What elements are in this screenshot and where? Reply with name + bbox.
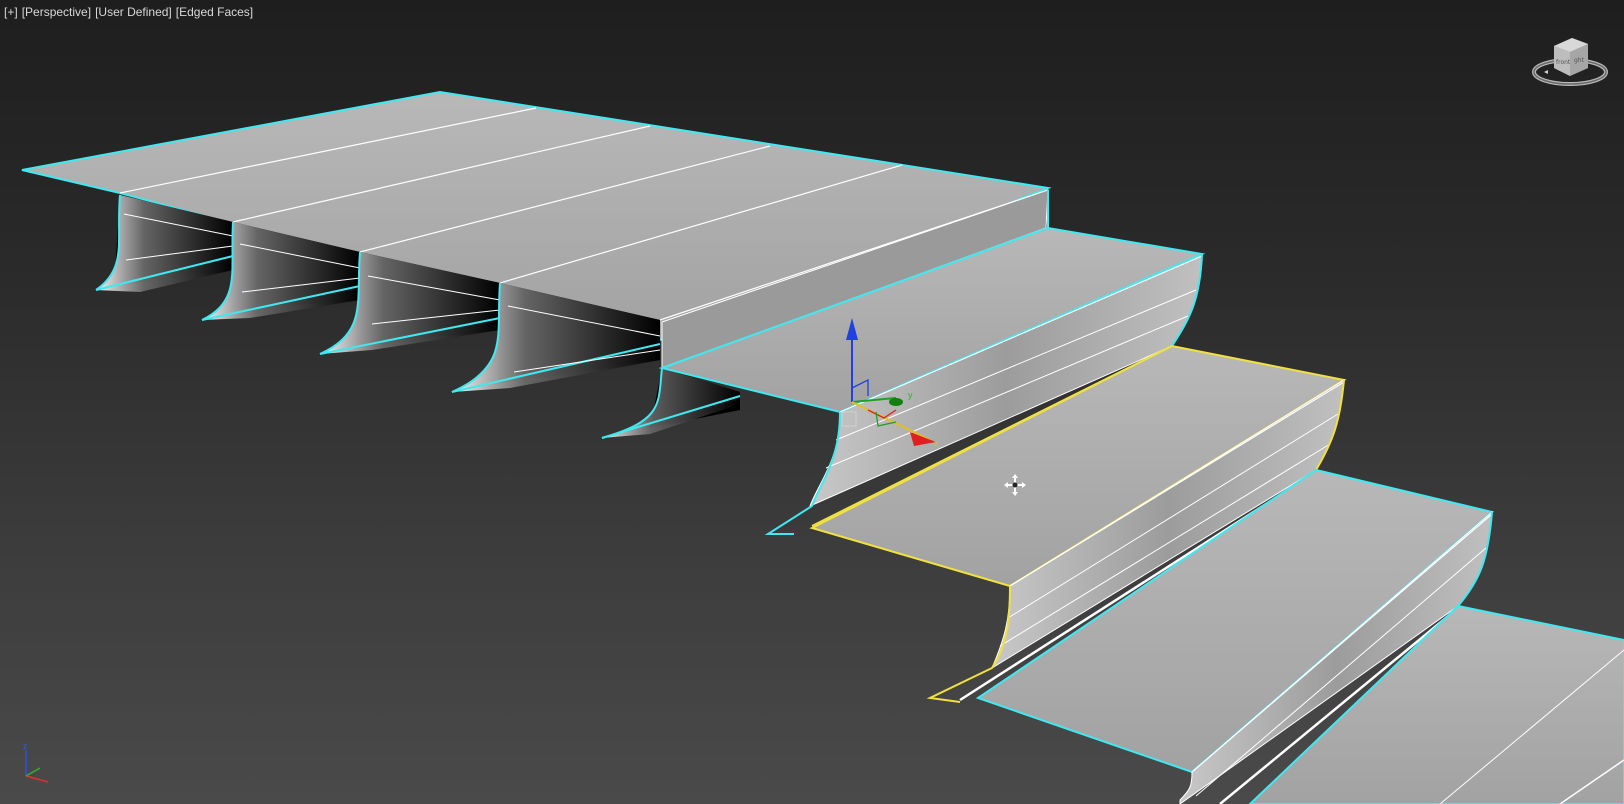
viewcube-right-label: ght bbox=[1574, 57, 1585, 64]
viewcube-icon[interactable]: front ght bbox=[1528, 30, 1612, 92]
viewport-general-menu[interactable]: [+] bbox=[4, 5, 18, 19]
world-axis-z-label: z bbox=[23, 742, 27, 751]
scene-canvas[interactable]: z y x bbox=[0, 0, 1624, 804]
viewport-point-of-view-menu[interactable]: [Perspective] bbox=[22, 5, 91, 19]
viewport-perspective[interactable]: z y x [+] [Perspective] [User Defined] [Edg… bbox=[0, 0, 1624, 804]
viewport-shading-menu[interactable]: [User Defined] bbox=[95, 5, 172, 19]
gizmo-x-label: x bbox=[934, 438, 939, 448]
gizmo-y-label: y bbox=[908, 390, 913, 400]
viewcube-front-label: front bbox=[1556, 59, 1571, 66]
world-axis-tripod-icon: z bbox=[23, 742, 49, 783]
move-cursor-icon bbox=[1004, 474, 1026, 496]
viewport-label-bar: [+] [Perspective] [User Defined] [Edged Fac… bbox=[4, 5, 257, 19]
viewport-edged-faces-menu[interactable]: [Edged Faces] bbox=[176, 5, 253, 19]
gizmo-z-label: z bbox=[850, 322, 855, 332]
